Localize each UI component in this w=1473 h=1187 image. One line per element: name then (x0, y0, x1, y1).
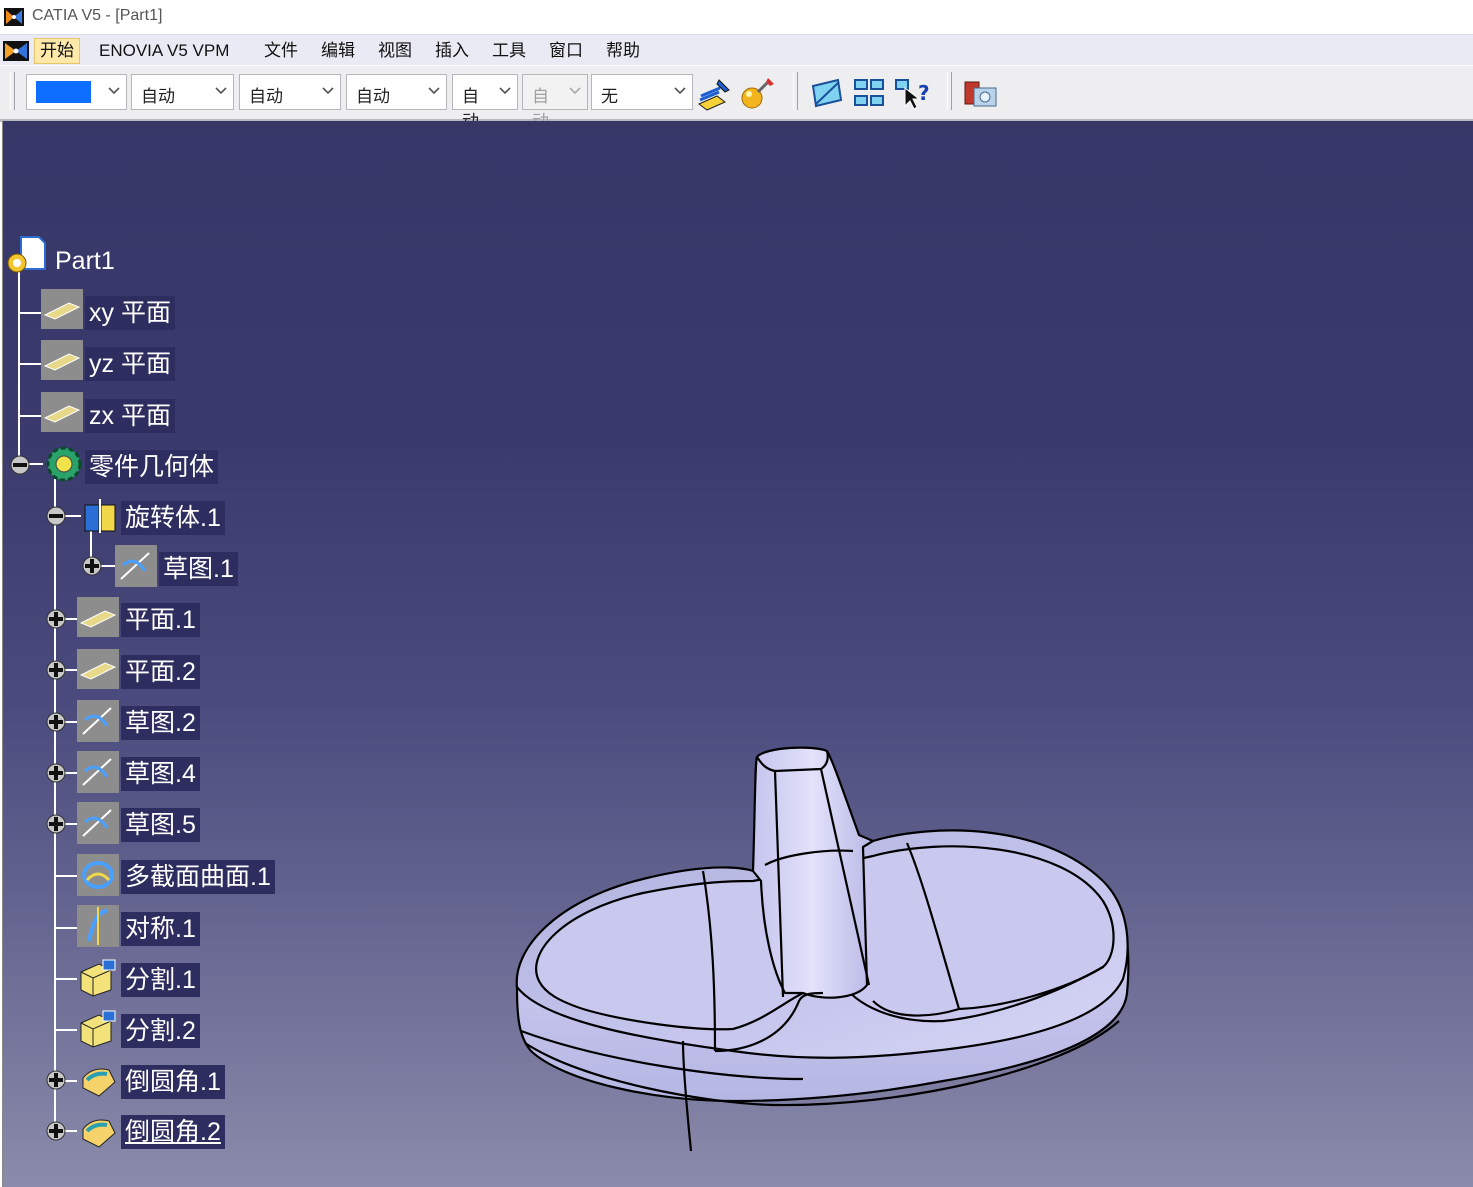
tree-item-split-1[interactable]: 分割.1 (121, 963, 200, 997)
tree-item-zx-plane[interactable]: zx 平面 (85, 399, 175, 433)
collapse-node-icon[interactable] (45, 505, 67, 527)
menu-help[interactable]: 帮助 (601, 39, 645, 63)
tree-item-sketch-1[interactable]: 草图.1 (159, 552, 238, 586)
graphic-properties-toolbar: 自动 自动 自动 自动 自动 无 (0, 65, 1473, 131)
expand-node-icon[interactable] (45, 711, 67, 733)
plane-icon[interactable] (77, 649, 119, 689)
toolbar-grip[interactable] (793, 72, 798, 110)
tree-item-shaft-1[interactable]: 旋转体.1 (121, 501, 225, 535)
transparency-combo[interactable]: 自动 (131, 74, 234, 110)
tree-item-plane-1[interactable]: 平面.1 (121, 603, 200, 637)
swap-visible-space-icon[interactable] (851, 74, 889, 112)
svg-text:?: ? (918, 81, 930, 105)
catia-app-icon (4, 8, 24, 26)
menu-edit[interactable]: 编辑 (316, 39, 360, 63)
tree-item-sketch-5[interactable]: 草图.5 (121, 808, 200, 842)
tree-item-symmetry-1[interactable]: 对称.1 (121, 912, 200, 946)
point-symbol-combo[interactable]: 自动 (452, 74, 518, 131)
line-thickness-combo[interactable]: 自动 (239, 74, 341, 110)
plane-icon[interactable] (77, 597, 119, 637)
collapse-node-icon[interactable] (9, 454, 31, 476)
chevron-down-icon (499, 87, 511, 95)
menu-insert[interactable]: 插入 (430, 39, 474, 63)
sketch-icon[interactable] (77, 802, 119, 844)
expand-node-icon[interactable] (45, 608, 67, 630)
window-title: CATIA V5 - [Part1] (32, 7, 163, 24)
chevron-down-icon (428, 87, 440, 95)
layer-combo[interactable]: 无 (591, 74, 693, 110)
catia-logo-icon[interactable] (2, 39, 30, 63)
expand-node-icon[interactable] (81, 555, 103, 577)
chevron-down-icon (108, 87, 120, 95)
edge-fillet-icon[interactable] (79, 1113, 119, 1151)
menu-bar: 开始 ENOVIA V5 VPM 文件 编辑 视图 插入 工具 窗口 帮助 (0, 34, 1473, 66)
symmetry-icon[interactable] (77, 905, 119, 947)
expand-node-icon[interactable] (45, 1120, 67, 1142)
tree-item-sketch-4[interactable]: 草图.4 (121, 757, 200, 791)
plane-icon[interactable] (41, 289, 83, 329)
menu-window[interactable]: 窗口 (544, 39, 588, 63)
line-type-combo[interactable]: 自动 (346, 74, 447, 110)
catalog-browser-icon[interactable] (962, 74, 1000, 112)
disabled-combo: 自动 (522, 74, 588, 131)
chevron-down-icon (569, 87, 581, 95)
painter-sphere-icon[interactable] (738, 74, 776, 112)
chevron-down-icon (674, 87, 686, 95)
toolbar-grip[interactable] (947, 72, 952, 110)
tree-item-xy-plane[interactable]: xy 平面 (85, 296, 175, 330)
expand-node-icon[interactable] (45, 659, 67, 681)
sketch-icon[interactable] (115, 545, 157, 587)
menu-file[interactable]: 文件 (259, 39, 303, 63)
part-document-icon[interactable] (5, 235, 49, 279)
color-combo[interactable] (26, 74, 127, 110)
sketch-icon[interactable] (77, 700, 119, 742)
edge-fillet-icon[interactable] (79, 1062, 119, 1100)
chevron-down-icon (215, 87, 227, 95)
menu-start[interactable]: 开始 (34, 38, 80, 64)
toolbar-grip[interactable] (10, 72, 15, 110)
whats-this-help-icon[interactable]: ? (893, 74, 931, 112)
chevron-down-icon (322, 87, 334, 95)
tree-item-edge-fillet-1[interactable]: 倒圆角.1 (121, 1065, 225, 1099)
multi-section-surface-icon[interactable] (77, 854, 119, 896)
plane-icon[interactable] (41, 340, 83, 380)
tree-item-split-2[interactable]: 分割.2 (121, 1014, 200, 1048)
fly-mode-icon[interactable] (808, 74, 846, 112)
expand-node-icon[interactable] (45, 762, 67, 784)
tree-item-sketch-2[interactable]: 草图.2 (121, 706, 200, 740)
sketch-icon[interactable] (77, 751, 119, 793)
part-body-gear-icon[interactable] (43, 443, 85, 485)
part-3d-model[interactable] (503, 731, 1143, 1161)
menu-tools[interactable]: 工具 (487, 39, 531, 63)
split-icon[interactable] (77, 1009, 119, 1049)
tree-item-plane-2[interactable]: 平面.2 (121, 655, 200, 689)
menu-enovia[interactable]: ENOVIA V5 VPM (94, 39, 234, 63)
expand-node-icon[interactable] (45, 813, 67, 835)
tree-item-multi-section-surface-1[interactable]: 多截面曲面.1 (121, 860, 275, 894)
color-swatch (36, 81, 91, 103)
tree-item-part-body[interactable]: 零件几何体 (85, 450, 219, 484)
tree-item-edge-fillet-2[interactable]: 倒圆角.2 (121, 1115, 225, 1149)
graphic-properties-brush-icon[interactable] (695, 74, 733, 112)
3d-viewport[interactable]: Part1 xy 平面 yz 平面 zx 平面 零件几何体 旋转体.1 草图.1… (2, 121, 1473, 1187)
split-icon[interactable] (77, 958, 119, 998)
tree-item-yz-plane[interactable]: yz 平面 (85, 347, 175, 381)
shaft-icon[interactable] (81, 497, 119, 535)
tree-root-part1[interactable]: Part1 (51, 244, 119, 278)
expand-node-icon[interactable] (45, 1069, 67, 1091)
menu-view[interactable]: 视图 (373, 39, 417, 63)
title-bar: CATIA V5 - [Part1] (0, 0, 1473, 34)
plane-icon[interactable] (41, 392, 83, 432)
